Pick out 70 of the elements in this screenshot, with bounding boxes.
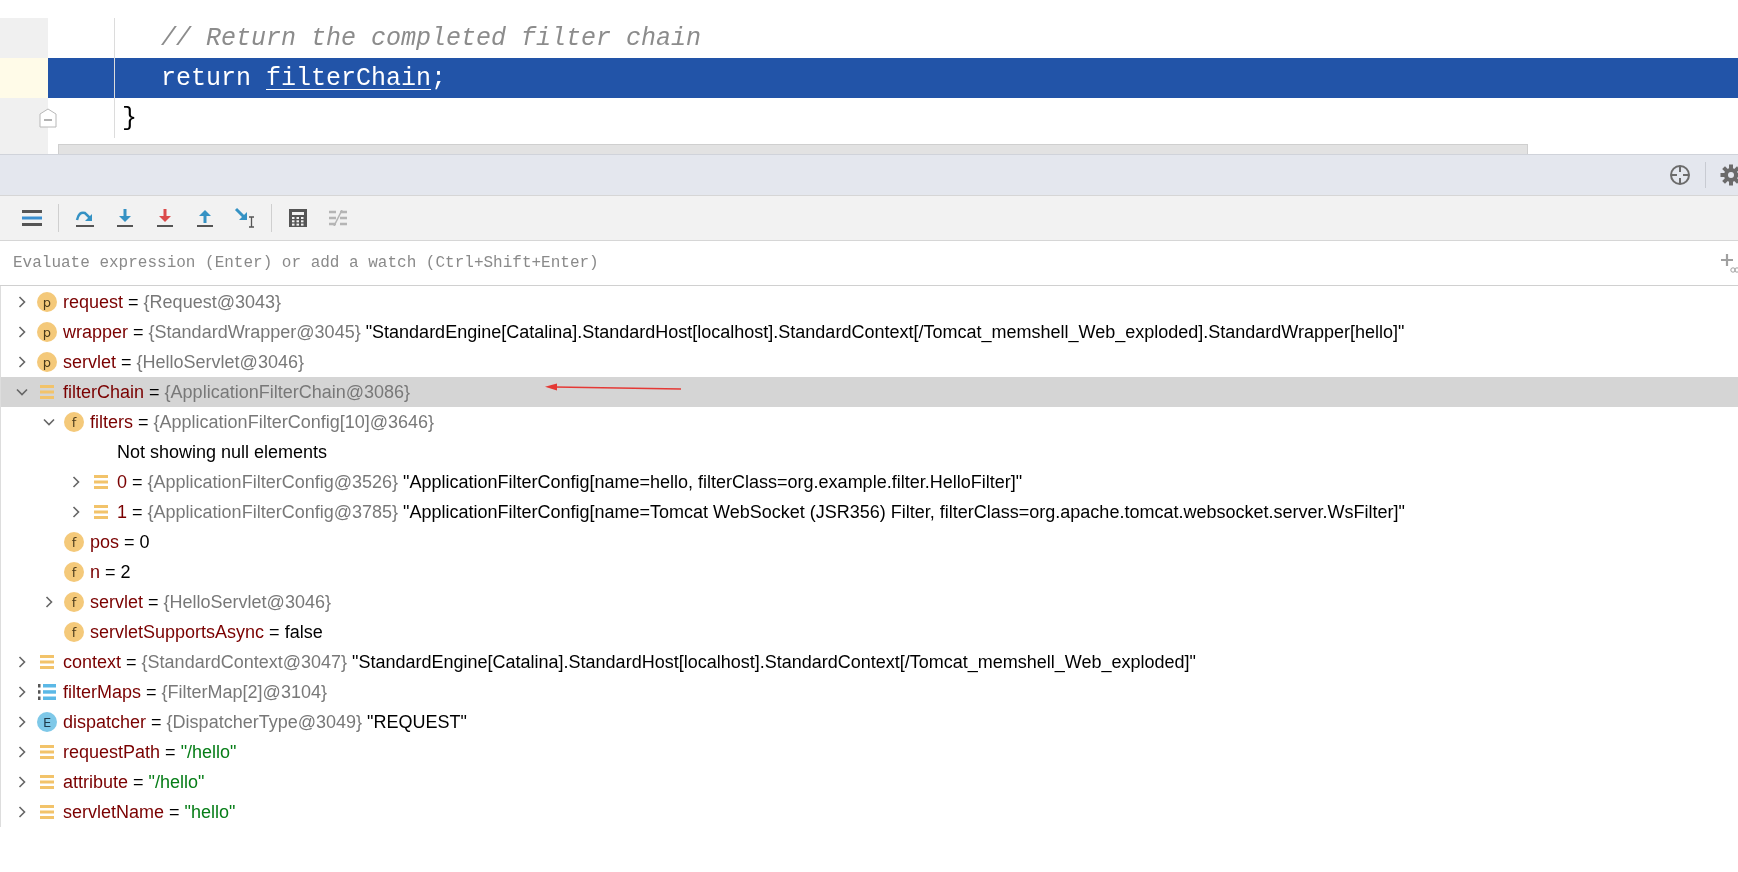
stack-icon [39, 384, 55, 400]
variable-entry[interactable]: servlet = {HelloServlet@3046} [63, 351, 304, 373]
variable-entry[interactable]: servlet = {HelloServlet@3046} [90, 591, 331, 613]
enum-badge: E [37, 712, 57, 732]
variable-entry[interactable]: requestPath = "/hello" [63, 741, 237, 763]
tree-row[interactable]: attribute = "/hello" [1, 767, 1738, 797]
selected-tree-row[interactable]: filterChain = {ApplicationFilterChain@3086} [1, 377, 1738, 407]
variable-entry[interactable]: wrapper = {StandardWrapper@3045} "StandardEngine[Catalina].StandardHost[localhost].StandardContext[/Tomcat_memshell_Web_exploded].StandardWrapper[hello]" [63, 321, 1405, 343]
variable-entry[interactable]: request = {Request@3043} [63, 291, 281, 313]
tree-row[interactable]: p wrapper = {StandardWrapper@3045} "StandardEngine[Catalina].StandardHost[localhost].StandardContext[/Tomcat_memshell_Web_exploded].StandardWrapper[hello]" [1, 317, 1738, 347]
tree-row[interactable]: requestPath = "/hello" [1, 737, 1738, 767]
variable-entry[interactable]: dispatcher = {DispatcherType@3049} "REQUEST" [63, 711, 467, 733]
variable-entry[interactable]: filterMaps = {FilterMap[2]@3104} [63, 681, 327, 703]
add-watch-icon[interactable] [1720, 252, 1738, 274]
variable-entry[interactable]: 1 = {ApplicationFilterConfig@3785} "ApplicationFilterConfig[name=Tomcat WebSocket (JSR356) Filter, filterClass=org.apache.tomcat.websocket.server.WsFilter]" [117, 501, 1405, 523]
code-line-text: return filterChain; [160, 63, 447, 93]
variable-entry[interactable]: context = {StandardContext@3047} "StandardEngine[Catalina].StandardHost[localhost].StandardContext[/Tomcat_memshell_Web_exploded]" [63, 651, 1196, 673]
numbered-list-icon [37, 682, 57, 702]
tree-row[interactable]: p servlet = {HelloServlet@3046} [1, 347, 1738, 377]
tree-row[interactable]: 0 = {ApplicationFilterConfig@3526} "ApplicationFilterConfig[name=hello, filterClass=org.example.filter.HelloFilter]" [1, 467, 1738, 497]
info-note: Not showing null elements [117, 441, 328, 463]
stack-icon [39, 804, 55, 820]
variable-entry[interactable]: pos = 0 [90, 531, 150, 553]
field-badge: f [64, 412, 84, 432]
lines-icon [328, 210, 348, 226]
variable-entry[interactable]: filters = {ApplicationFilterConfig[10]@3646} [90, 411, 434, 433]
tree-row[interactable]: f servletSupportsAsync = false [1, 617, 1738, 647]
arrow-cursor-icon [234, 207, 256, 229]
parameter-badge: p [37, 292, 57, 312]
field-badge: f [64, 622, 84, 642]
stack-icon [39, 654, 55, 670]
tree-row[interactable]: E dispatcher = {DispatcherType@3049} "REQUEST" [1, 707, 1738, 737]
stack-icon [93, 504, 109, 520]
line-gutter [0, 18, 48, 58]
tree-row[interactable]: f filters = {ApplicationFilterConfig[10]@3646} [1, 407, 1738, 437]
tree-row[interactable]: context = {StandardContext@3047} "StandardEngine[Catalina].StandardHost[localhost].StandardContext[/Tomcat_memshell_Web_exploded]" [1, 647, 1738, 677]
field-badge: f [64, 592, 84, 612]
tree-row[interactable]: Not showing null elements [1, 437, 1738, 467]
crosshair-icon[interactable] [1669, 164, 1691, 186]
settings-icon[interactable] [1720, 164, 1738, 186]
code-line-text: } [121, 103, 137, 133]
tree-row[interactable]: f n = 2 [1, 557, 1738, 587]
stack-icon [93, 474, 109, 490]
stack-icon [39, 744, 55, 760]
tree-row[interactable]: p request = {Request@3043} [1, 287, 1738, 317]
variable-entry[interactable]: servletName = "hello" [63, 801, 236, 823]
variable-entry[interactable]: filterChain = {ApplicationFilterChain@3086} [63, 381, 411, 403]
tree-row[interactable]: filterMaps = {FilterMap[2]@3104} [1, 677, 1738, 707]
arrow-down-icon [155, 208, 175, 228]
horizontal-scrollbar[interactable] [58, 144, 1528, 154]
step-over-icon [74, 208, 96, 228]
stack-icon [39, 774, 55, 790]
code-line-text: // Return the completed filter chain [160, 23, 702, 53]
tree-row[interactable]: 1 = {ApplicationFilterConfig@3785} "ApplicationFilterConfig[name=Tomcat WebSocket (JSR356) Filter, filterClass=org.apache.tomcat.websocket.server.WsFilter]" [1, 497, 1738, 527]
variable-entry[interactable]: servletSupportsAsync = false [90, 621, 323, 643]
field-badge: f [64, 562, 84, 582]
variable-entry[interactable]: 0 = {ApplicationFilterConfig@3526} "ApplicationFilterConfig[name=hello, filterClass=org.example.filter.HelloFilter]" [117, 471, 1023, 493]
tree-row[interactable]: f pos = 0 [1, 527, 1738, 557]
line-gutter [0, 58, 48, 98]
arrow-up-icon [195, 208, 215, 228]
tree-row[interactable]: servletName = "hello" [1, 797, 1738, 827]
lines-icon [22, 210, 42, 226]
variable-entry[interactable]: n = 2 [90, 561, 131, 583]
calculator-icon [289, 209, 307, 227]
variable-entry[interactable]: attribute = "/hello" [63, 771, 205, 793]
field-badge: f [64, 532, 84, 552]
tree-row[interactable]: f servlet = {HelloServlet@3046} [1, 587, 1738, 617]
arrow-down-icon [115, 208, 135, 228]
parameter-badge: p [37, 352, 57, 372]
parameter-badge: p [37, 322, 57, 342]
